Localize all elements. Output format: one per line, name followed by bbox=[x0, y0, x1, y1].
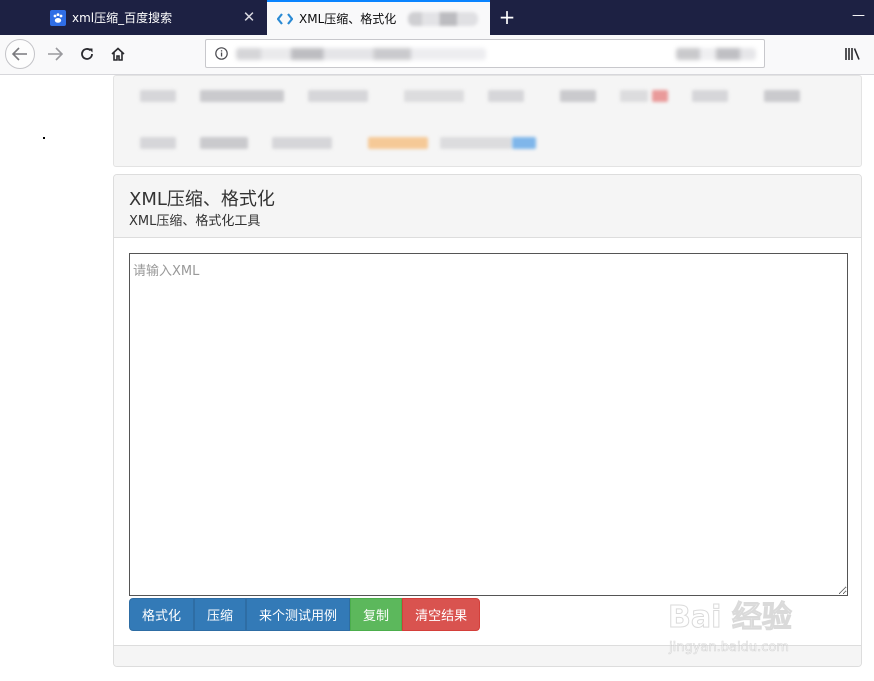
xml-input-textarea[interactable] bbox=[129, 253, 848, 596]
reload-icon bbox=[81, 48, 93, 60]
library-icon bbox=[845, 48, 860, 60]
url-bar[interactable] bbox=[205, 39, 765, 68]
watermark-logo: Bai 经验 bbox=[668, 600, 793, 636]
home-button[interactable] bbox=[103, 39, 133, 69]
arrow-left-icon bbox=[12, 47, 27, 61]
tab-bar: xml压缩_百度搜索 ✕ XML压缩、格式化 + — bbox=[0, 0, 874, 35]
back-button[interactable] bbox=[5, 39, 35, 69]
tab-title: XML压缩、格式化 bbox=[299, 12, 397, 26]
blurred-nav-link[interactable] bbox=[200, 137, 248, 149]
forward-button[interactable] bbox=[40, 39, 70, 69]
tab-xml-tool[interactable]: XML压缩、格式化 bbox=[267, 0, 490, 35]
blurred-nav-link[interactable] bbox=[620, 90, 648, 102]
new-tab-button[interactable]: + bbox=[494, 5, 520, 29]
blurred-nav-link[interactable] bbox=[512, 137, 536, 149]
baidu-paw-icon bbox=[50, 9, 66, 26]
blurred-nav-link[interactable] bbox=[692, 90, 728, 102]
reload-button[interactable] bbox=[72, 39, 102, 69]
blurred-nav-link[interactable] bbox=[368, 137, 428, 149]
blurred-nav-link[interactable] bbox=[140, 90, 176, 102]
blurred-nav-link[interactable] bbox=[764, 90, 800, 102]
close-tab-icon[interactable]: ✕ bbox=[241, 9, 257, 25]
blurred-nav-link[interactable] bbox=[140, 137, 176, 149]
action-button-group: 格式化 压缩 来个测试用例 复制 清空结果 bbox=[129, 598, 481, 631]
format-button[interactable]: 格式化 bbox=[129, 598, 195, 631]
baidu-jingyan-watermark: Bai 经验 jingyan.baidu.com bbox=[668, 592, 868, 662]
site-navigation-blurred bbox=[113, 75, 862, 167]
library-button[interactable] bbox=[838, 39, 868, 69]
navigation-bar bbox=[0, 35, 874, 75]
stray-dot bbox=[43, 137, 45, 139]
blurred-nav-badge bbox=[652, 90, 668, 102]
blurred-nav-link[interactable] bbox=[272, 137, 332, 149]
load-sample-button[interactable]: 来个测试用例 bbox=[246, 598, 351, 631]
watermark-url: jingyan.baidu.com bbox=[669, 640, 790, 656]
home-icon bbox=[111, 47, 125, 61]
blurred-url-text bbox=[236, 48, 486, 60]
blurred-nav-link[interactable] bbox=[440, 137, 512, 149]
info-icon[interactable] bbox=[215, 47, 228, 60]
tab-baidu-search[interactable]: xml压缩_百度搜索 ✕ bbox=[40, 0, 267, 35]
tab-title: xml压缩_百度搜索 bbox=[72, 11, 173, 25]
blurred-nav-link[interactable] bbox=[308, 90, 368, 102]
minimize-button[interactable]: — bbox=[852, 8, 865, 24]
clear-results-button[interactable]: 清空结果 bbox=[402, 598, 481, 631]
page-subtitle: XML压缩、格式化工具 bbox=[129, 214, 261, 229]
blurred-url-text bbox=[676, 48, 756, 60]
compress-button[interactable]: 压缩 bbox=[194, 598, 247, 631]
arrow-right-icon bbox=[48, 47, 63, 61]
panel-heading: XML压缩、格式化 XML压缩、格式化工具 bbox=[114, 175, 861, 238]
blurred-nav-link[interactable] bbox=[488, 90, 524, 102]
page-title: XML压缩、格式化 bbox=[129, 189, 275, 210]
blurred-tab-text bbox=[408, 11, 479, 26]
blurred-nav-link[interactable] bbox=[404, 90, 464, 102]
code-brackets-icon bbox=[277, 11, 293, 27]
blurred-nav-link[interactable] bbox=[200, 90, 284, 102]
blurred-nav-link[interactable] bbox=[560, 90, 596, 102]
copy-button[interactable]: 复制 bbox=[350, 598, 403, 631]
